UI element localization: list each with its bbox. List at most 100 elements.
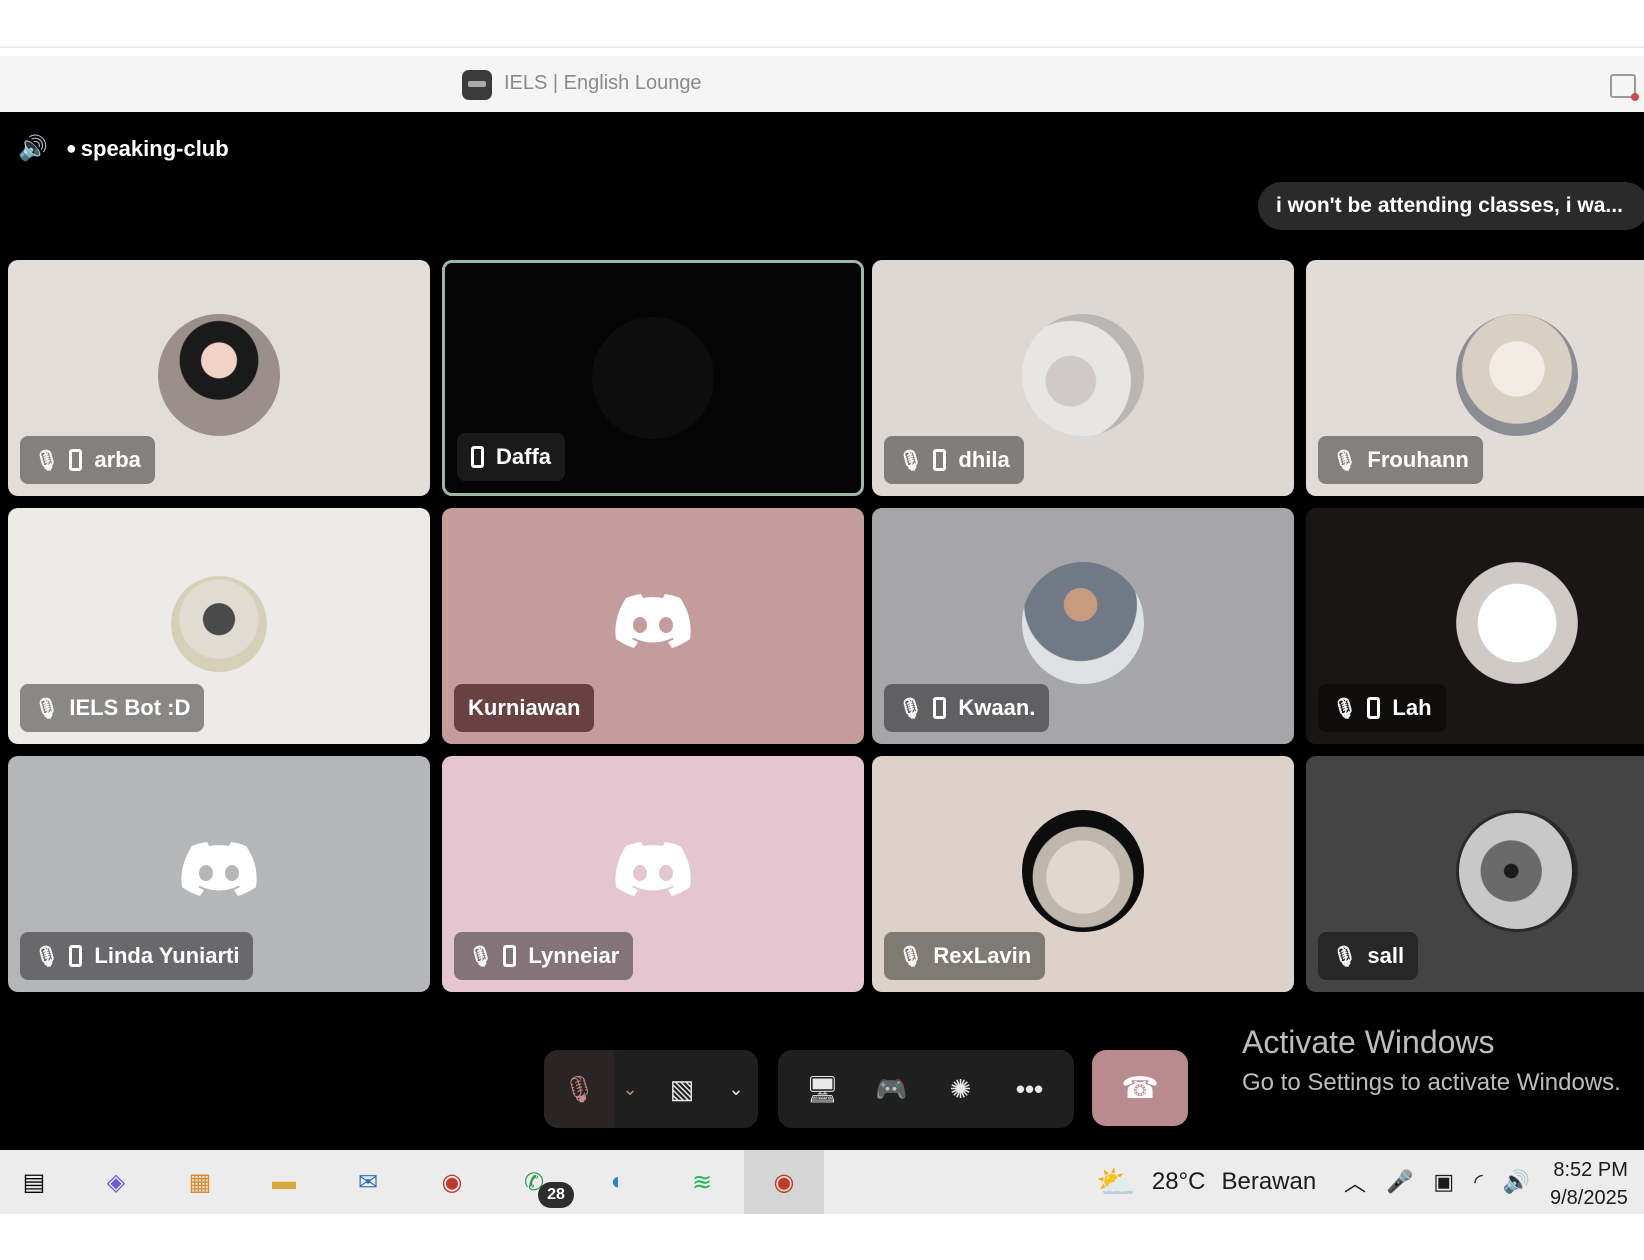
mic-muted-icon: 🎙 <box>898 945 924 968</box>
participant-tile-arba[interactable]: 🎙 arba <box>8 260 430 496</box>
bottom-margin <box>0 1214 1644 1260</box>
participant-nameplate: Daffa <box>457 433 566 481</box>
avatar <box>1456 810 1578 932</box>
participant-name: arba <box>94 447 141 472</box>
participant-name: Daffa <box>496 444 552 469</box>
participant-tile-lynneiar[interactable]: 🎙 Lynneiar <box>442 756 864 992</box>
mobile-icon <box>933 697 947 719</box>
activate-windows-watermark: Activate Windows Go to Settings to activ… <box>1242 1024 1621 1097</box>
participant-name: Kwaan. <box>958 695 1036 720</box>
microphone-icon[interactable]: 🎤 <box>1386 1169 1413 1195</box>
task-view-icon[interactable]: ▤ <box>12 1160 56 1204</box>
mic-muted-icon: 🎙 <box>1332 449 1358 472</box>
participant-tile-sall[interactable]: 🎙 sall <box>1306 756 1644 992</box>
mic-muted-icon: 🎙 <box>34 697 60 720</box>
participant-tile-frouhann[interactable]: 🎙 Frouhann <box>1306 260 1644 496</box>
speaker-icon: 🔊 <box>18 135 48 162</box>
activity-controls: 🖥 🎮 ✺ ••• <box>778 1050 1074 1128</box>
leave-call-button[interactable]: ☎ <box>1092 1050 1188 1126</box>
avatar <box>1456 562 1578 684</box>
mic-muted-icon: 🎙 <box>1332 697 1358 720</box>
participant-name: Frouhann <box>1367 447 1469 472</box>
more-icon[interactable]: ••• <box>1000 1050 1060 1128</box>
watermark-title: Activate Windows <box>1242 1024 1495 1060</box>
device-icon[interactable]: ▣ <box>1433 1169 1454 1195</box>
mic-muted-icon: 🎙 <box>1332 945 1358 968</box>
mobile-icon <box>69 449 83 471</box>
avatar <box>158 314 280 436</box>
copilot-icon[interactable]: ◈ <box>94 1160 138 1204</box>
gamepad-icon[interactable]: 🎮 <box>862 1050 922 1128</box>
participant-name: IELS Bot :D <box>69 695 191 720</box>
participant-tile-rexlavin[interactable]: 🎙 RexLavin <box>872 756 1294 992</box>
volume-icon[interactable]: 🔊 <box>1503 1169 1530 1195</box>
avatar <box>1022 810 1144 932</box>
mic-options-chevron-icon[interactable]: ⌄ <box>614 1050 646 1128</box>
soundboard-icon[interactable]: ✺ <box>931 1050 991 1128</box>
participant-tile-kwaan[interactable]: 🎙 Kwaan. <box>872 508 1294 744</box>
chrome-icon[interactable]: ◉ <box>744 1150 824 1214</box>
participant-tile-iels-bot[interactable]: 🎙 IELS Bot :D <box>8 508 430 744</box>
weather-widget[interactable]: ⛅ 28°C Berawan <box>1096 1150 1316 1214</box>
avatar <box>592 317 714 439</box>
spotify-icon[interactable]: ≋ <box>680 1160 724 1204</box>
clock-date: 9/8/2025 <box>1550 1187 1628 1209</box>
participant-nameplate: 🎙 Kwaan. <box>884 684 1050 732</box>
participant-nameplate: 🎙 dhila <box>884 436 1024 484</box>
edge-icon[interactable]: ◐ <box>596 1160 640 1204</box>
mobile-icon <box>503 945 517 967</box>
channel-bubble-icon: ● <box>65 138 77 158</box>
whatsapp-unread-badge: 28 <box>538 1182 574 1208</box>
avatar <box>1022 314 1144 436</box>
file-explorer-icon[interactable]: ▬ <box>262 1160 306 1204</box>
window-action-icon[interactable] <box>1610 74 1639 101</box>
participant-tile-daffa[interactable]: Daffa <box>442 260 864 496</box>
clock-time: 8:52 PM <box>1553 1159 1628 1181</box>
participant-tile-kurniawan[interactable]: Kurniawan <box>442 508 864 744</box>
camera-options-chevron-icon[interactable]: ⌄ <box>718 1050 754 1128</box>
participant-name: Lah <box>1392 695 1432 720</box>
mic-muted-icon: 🎙 <box>34 449 60 472</box>
participant-nameplate: 🎙 Lynneiar <box>454 932 634 980</box>
participant-name: Kurniawan <box>468 695 581 720</box>
mobile-icon <box>471 446 484 468</box>
participant-name: Linda Yuniarti <box>94 943 240 968</box>
participant-tile-linda-yuniarti[interactable]: 🎙 Linda Yuniarti <box>8 756 430 992</box>
camera-off-icon[interactable]: ▧ <box>646 1050 718 1128</box>
store-icon[interactable]: ▦ <box>178 1160 222 1204</box>
chrome-icon[interactable]: ◉ <box>430 1160 474 1204</box>
discord-logo-icon <box>615 594 691 648</box>
discord-logo-icon <box>181 842 257 896</box>
outlook-icon[interactable]: ✉ <box>346 1160 390 1204</box>
participant-tile-dhila[interactable]: 🎙 dhila <box>872 260 1294 496</box>
participant-nameplate: 🎙 Frouhann <box>1318 436 1483 484</box>
mic-muted-icon: 🎙 <box>898 697 924 720</box>
participant-nameplate: 🎙 IELS Bot :D <box>20 684 205 732</box>
participant-nameplate: 🎙 Linda Yuniarti <box>20 932 254 980</box>
participant-name: dhila <box>958 447 1010 472</box>
hang-up-icon: ☎ <box>1121 1071 1159 1105</box>
taskbar-clock[interactable]: 8:52 PM 9/8/2025 <box>1550 1156 1628 1212</box>
show-hidden-icons-chevron-icon[interactable]: ︿ <box>1344 1166 1366 1198</box>
participant-nameplate: 🎙 sall <box>1318 932 1419 980</box>
mic-muted-icon: 🎙 <box>898 449 924 472</box>
participant-nameplate: 🎙 arba <box>20 436 155 484</box>
mic-muted-icon: 🎙 <box>34 945 60 968</box>
weather-condition: Berawan <box>1221 1168 1317 1195</box>
screen-share-icon[interactable]: 🖥 <box>793 1050 853 1128</box>
participant-name: Lynneiar <box>528 943 620 968</box>
channel-header: 🔊 ● speaking-club <box>18 134 229 163</box>
audio-video-controls: 🎙 ⌄ ▧ ⌄ <box>544 1050 758 1128</box>
avatar <box>1022 562 1144 684</box>
browser-top-strip <box>0 0 1644 48</box>
watermark-subtitle: Go to Settings to activate Windows. <box>1242 1069 1621 1096</box>
system-tray: ︿ 🎤 ▣ ◜ 🔊 <box>1344 1150 1530 1214</box>
participant-name: sall <box>1367 943 1405 968</box>
wifi-icon[interactable]: ◜ <box>1474 1169 1483 1195</box>
weather-cloud-icon: ⛅ <box>1096 1164 1136 1200</box>
window-title-bar: IELS | English Lounge <box>0 56 1644 112</box>
chat-message-toast[interactable]: i won't be attending classes, i wa... <box>1258 182 1644 230</box>
mic-muted-icon[interactable]: 🎙 <box>544 1050 614 1128</box>
channel-name: speaking-club <box>80 135 229 161</box>
participant-tile-lah[interactable]: 🎙 Lah <box>1306 508 1644 744</box>
